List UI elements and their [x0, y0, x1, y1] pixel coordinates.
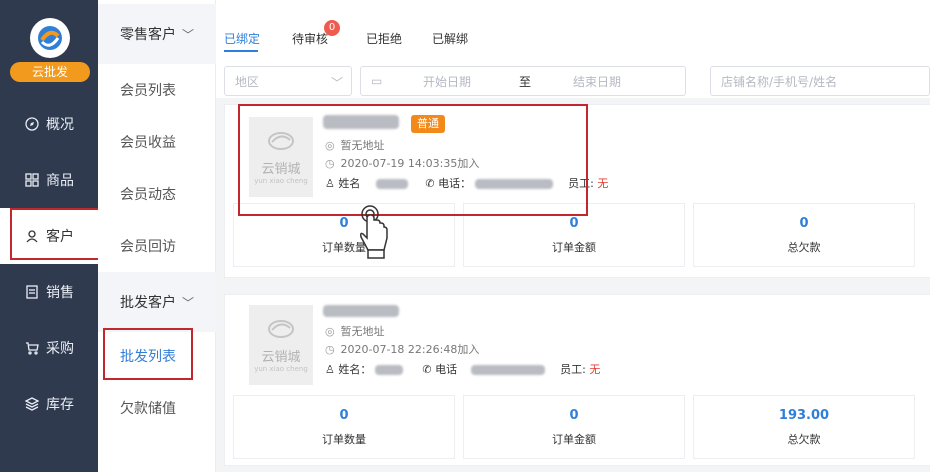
document-icon	[24, 284, 40, 300]
chevron-down-icon: ﹀	[182, 295, 195, 310]
stat-total-debt-value: 193.00	[778, 408, 830, 423]
clock-icon: ◷	[325, 343, 335, 356]
stat-order-count-label: 订单数量	[322, 433, 366, 446]
calendar-icon: ▭	[371, 74, 383, 88]
pending-count-badge: 0	[324, 20, 341, 36]
stat-total-debt-label: 总欠款	[787, 433, 821, 446]
stat-order-amount-value: 0	[569, 216, 579, 231]
range-separator: 至	[519, 74, 532, 89]
staff-label: 员工:	[560, 363, 586, 376]
stat-total-debt-label: 总欠款	[787, 241, 821, 254]
stat-order-amount: 0 订单金额	[463, 395, 685, 459]
nav-purchase[interactable]: 采购	[0, 320, 98, 376]
start-date-input[interactable]: 开始日期	[423, 73, 471, 90]
nav-inventory-label: 库存	[46, 397, 74, 413]
subnav-member-list[interactable]: 会员列表	[98, 64, 216, 116]
subnav-member-visit[interactable]: 会员回访	[98, 220, 216, 272]
cart-icon	[24, 340, 40, 356]
tab-pending-label: 待审核	[292, 32, 329, 46]
stat-total-debt-value: 0	[799, 216, 809, 231]
stat-order-amount-value: 0	[569, 408, 579, 423]
search-input[interactable]: 店铺名称/手机号/姓名	[710, 66, 930, 96]
customer-stats: 0 订单数量 0 订单金额 193.00 总欠款	[233, 395, 930, 459]
subnav-group-wholesale[interactable]: 批发客户 ﹀	[98, 272, 216, 332]
stat-order-count-label: 订单数量	[322, 241, 366, 254]
customer-joined: ◷ 2020-07-18 22:26:48加入	[325, 341, 479, 357]
tab-bound[interactable]: 已绑定	[224, 30, 260, 47]
location-icon: ◎	[325, 325, 335, 338]
customer-thumbnail: 云销城 yun xiao cheng	[249, 305, 313, 385]
tab-rejected[interactable]: 已拒绝	[366, 30, 402, 47]
secondary-sidebar: 零售客户 ﹀ 会员列表 会员收益 会员动态 会员回访 批发客户 ﹀ 批发列表 欠…	[98, 0, 216, 472]
region-placeholder: 地区	[235, 74, 260, 89]
stat-order-amount-label: 订单金额	[552, 241, 596, 254]
tab-pending[interactable]: 待审核 0	[292, 20, 341, 47]
customer-contact-line: ♙ 姓名： ✆ 电话 员工: 无	[325, 361, 600, 377]
nav-overview[interactable]: 概况	[0, 96, 98, 152]
date-range-picker[interactable]: ▭ 开始日期 至 结束日期	[360, 66, 686, 96]
stat-order-count: 0 订单数量	[233, 395, 455, 459]
filter-bar: 地区 ﹀ ▭ 开始日期 至 结束日期 店铺名称/手机号/姓名	[216, 52, 930, 98]
subnav-group-retail-label: 零售客户	[120, 27, 176, 43]
main-content: 已绑定 待审核 0 已拒绝 已解绑 地区 ﹀ ▭ 开始日期 至 结束日期 店铺名…	[216, 0, 930, 472]
staff-value: 无	[597, 177, 609, 190]
status-tabs: 已绑定 待审核 0 已拒绝 已解绑	[216, 0, 930, 52]
subnav-member-earnings[interactable]: 会员收益	[98, 116, 216, 168]
store-logo-icon	[268, 319, 294, 338]
layers-icon	[24, 396, 40, 412]
tab-unbound[interactable]: 已解绑	[432, 30, 468, 47]
address-text: 暂无地址	[340, 325, 385, 338]
customer-name-redacted	[323, 305, 399, 317]
end-date-input[interactable]: 结束日期	[573, 73, 621, 90]
chevron-down-icon: ﹀	[330, 76, 343, 90]
customer-address: ◎ 暂无地址	[325, 323, 385, 339]
app-logo	[30, 18, 70, 58]
customer-card[interactable]: 云销城 yun xiao cheng ◎ 暂无地址 ◷ 2020-07-18 2…	[224, 294, 930, 466]
nav-products-label: 商品	[46, 173, 74, 189]
nav-overview-label: 概况	[46, 117, 74, 133]
nav-inventory[interactable]: 库存	[0, 376, 98, 432]
nav-sales[interactable]: 销售	[0, 264, 98, 320]
highlight-customers	[10, 208, 100, 260]
subnav-group-wholesale-label: 批发客户	[120, 295, 176, 311]
nav-products[interactable]: 商品	[0, 152, 98, 208]
phone-redacted	[470, 365, 545, 375]
region-select[interactable]: 地区 ﹀	[224, 66, 352, 96]
name-redacted	[374, 365, 403, 375]
compass-icon	[24, 116, 40, 132]
nav-sales-label: 销售	[46, 285, 74, 301]
stat-total-debt: 0 总欠款	[693, 203, 915, 267]
app-badge: 云批发	[10, 62, 90, 82]
phone-label: 电话	[435, 363, 458, 376]
stat-total-debt: 193.00 总欠款	[693, 395, 915, 459]
thumb-brand: 云销城	[261, 349, 301, 365]
phone-icon: ✆	[422, 363, 432, 376]
joined-text: 2020-07-18 22:26:48加入	[340, 343, 480, 356]
user-icon: ♙	[325, 363, 335, 376]
chevron-down-icon: ﹀	[182, 27, 195, 42]
staff-value: 无	[589, 363, 601, 376]
thumb-brand-pinyin: yun xiao cheng	[254, 364, 308, 373]
subnav-debt-balance[interactable]: 欠款储值	[98, 382, 216, 434]
stat-order-amount-label: 订单金额	[552, 433, 596, 446]
search-placeholder: 店铺名称/手机号/姓名	[721, 74, 838, 89]
stat-order-count-value: 0	[339, 408, 349, 423]
name-label: 姓名：	[338, 363, 372, 376]
highlight-wholesale-list	[103, 328, 193, 380]
grid-icon	[24, 172, 40, 188]
nav-purchase-label: 采购	[46, 341, 74, 357]
subnav-group-retail[interactable]: 零售客户 ﹀	[98, 4, 216, 64]
subnav-member-activity[interactable]: 会员动态	[98, 168, 216, 220]
stat-order-count-value: 0	[339, 216, 349, 231]
highlight-customer-card	[238, 104, 588, 216]
pointer-hand-icon	[360, 205, 388, 259]
